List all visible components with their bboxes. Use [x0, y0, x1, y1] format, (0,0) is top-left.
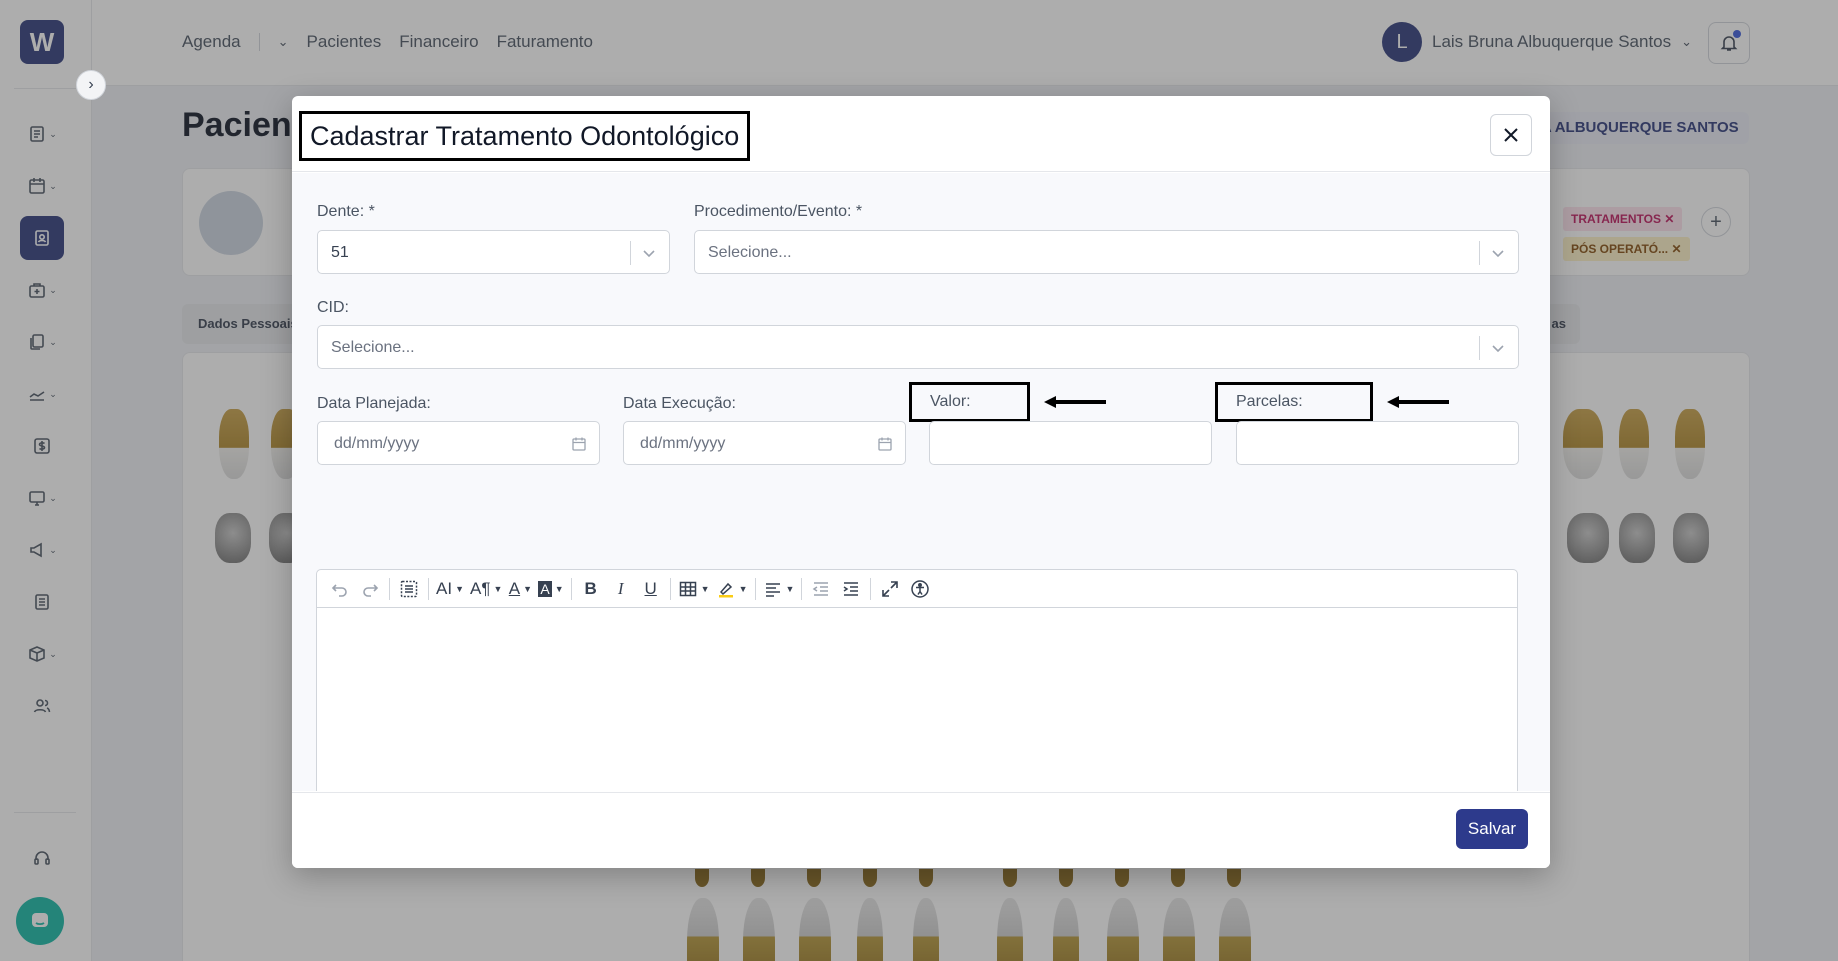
calendar-icon	[572, 437, 586, 451]
close-button[interactable]	[1490, 114, 1532, 156]
data-planejada-input[interactable]: dd/mm/yyyy	[317, 421, 600, 465]
font-size-icon: AI	[436, 578, 453, 598]
toolbar-divider	[389, 577, 390, 600]
chevron-down-icon	[1492, 345, 1504, 353]
modal-footer: Salvar	[292, 792, 1550, 868]
accessibility-icon	[911, 579, 930, 598]
toolbar-divider	[801, 577, 803, 600]
underline-icon: U	[644, 578, 657, 598]
expand-icon	[882, 580, 899, 597]
sidebar-expand-button[interactable]: ›	[76, 70, 106, 100]
toolbar-divider	[570, 577, 572, 600]
fullscreen-button[interactable]	[875, 574, 905, 604]
bold-button[interactable]: B	[576, 574, 606, 604]
italic-button[interactable]: I	[606, 574, 636, 604]
editor-toolbar: AI ▼ A¶ ▼ A ▼ A ▼ B I U ▼ ▼ ▼	[317, 570, 1517, 608]
toolbar-divider	[669, 577, 671, 600]
valor-label: Valor:	[909, 382, 1030, 422]
redo-button[interactable]	[355, 574, 385, 604]
data-execucao-input[interactable]: dd/mm/yyyy	[623, 421, 906, 465]
toolbar-divider	[754, 577, 756, 600]
redo-icon	[363, 583, 379, 597]
background-color-icon: A	[538, 580, 552, 597]
annotation-arrow-icon	[1387, 396, 1449, 408]
procedimento-select[interactable]: Selecione...	[694, 230, 1519, 274]
align-left-icon	[765, 582, 780, 597]
undo-icon	[331, 583, 347, 597]
font-size-button[interactable]: AI ▼	[433, 574, 467, 604]
align-button[interactable]: ▼	[760, 574, 798, 604]
cid-select[interactable]: Selecione...	[317, 325, 1519, 369]
select-all-button[interactable]	[394, 574, 424, 604]
dente-label: Dente: *	[317, 203, 375, 220]
dente-select[interactable]: 51	[317, 230, 670, 274]
rich-text-editor: AI ▼ A¶ ▼ A ▼ A ▼ B I U ▼ ▼ ▼	[316, 569, 1518, 791]
chevron-down-icon	[643, 250, 655, 258]
text-color-icon: A	[508, 578, 521, 598]
indent-icon	[844, 581, 859, 596]
select-separator	[1479, 336, 1480, 360]
chevron-down-icon	[1492, 250, 1504, 258]
underline-button[interactable]: U	[636, 574, 666, 604]
procedimento-label: Procedimento/Evento: *	[694, 203, 863, 220]
save-button[interactable]: Salvar	[1456, 809, 1528, 849]
close-icon	[1504, 128, 1518, 142]
chevron-right-icon: ›	[88, 76, 94, 93]
font-family-icon: A¶	[469, 578, 491, 598]
background-color-button[interactable]: A ▼	[535, 574, 566, 604]
annotation-arrow-icon	[1044, 396, 1106, 408]
calendar-icon	[878, 437, 892, 451]
data-execucao-placeholder: dd/mm/yyyy	[640, 435, 726, 452]
modal-body: Dente: * 51 Procedimento/Evento: * Selec…	[292, 173, 1550, 791]
highlighter-icon	[718, 582, 733, 597]
table-button[interactable]: ▼	[675, 574, 713, 604]
data-planejada-placeholder: dd/mm/yyyy	[334, 435, 420, 452]
bold-icon: B	[584, 578, 597, 598]
select-separator	[1479, 241, 1480, 265]
outdent-button[interactable]	[806, 574, 836, 604]
accessibility-button[interactable]	[905, 574, 935, 604]
select-separator	[630, 241, 631, 265]
indent-button[interactable]	[836, 574, 866, 604]
highlight-button[interactable]: ▼	[713, 574, 751, 604]
treatment-modal: Cadastrar Tratamento Odontológico Dente:…	[292, 96, 1550, 868]
select-all-icon	[400, 580, 418, 597]
cid-label: CID:	[317, 299, 349, 316]
outdent-icon	[813, 581, 829, 596]
table-icon	[679, 581, 696, 596]
undo-button[interactable]	[325, 574, 355, 604]
toolbar-divider	[428, 577, 429, 600]
modal-header: Cadastrar Tratamento Odontológico	[292, 96, 1550, 172]
italic-icon: I	[617, 578, 624, 598]
text-color-button[interactable]: A ▼	[505, 574, 535, 604]
font-family-button[interactable]: A¶ ▼	[467, 574, 505, 604]
valor-input[interactable]	[929, 421, 1212, 465]
parcelas-label: Parcelas:	[1215, 382, 1373, 422]
parcelas-input[interactable]	[1236, 421, 1519, 465]
data-planejada-label: Data Planejada:	[317, 395, 431, 412]
modal-title: Cadastrar Tratamento Odontológico	[299, 111, 751, 161]
dente-value: 51	[331, 244, 349, 261]
toolbar-divider	[870, 577, 872, 600]
cid-placeholder: Selecione...	[331, 339, 415, 356]
data-execucao-label: Data Execução:	[623, 395, 736, 412]
procedimento-placeholder: Selecione...	[708, 244, 792, 261]
